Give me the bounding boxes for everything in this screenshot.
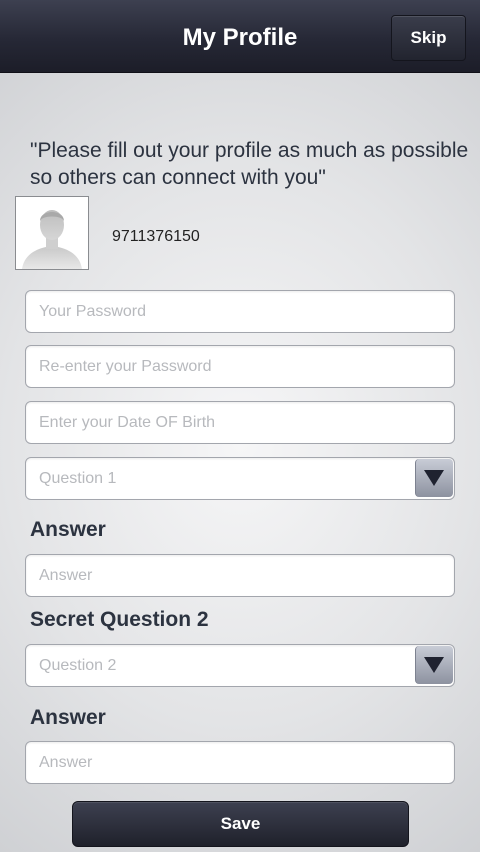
password-field-wrapper [25, 290, 455, 333]
question1-select[interactable]: Question 1 [25, 457, 455, 500]
question2-selected-value: Question 2 [39, 657, 117, 674]
answer2-field-wrapper [25, 741, 455, 784]
save-button[interactable]: Save [72, 801, 409, 847]
answer1-input[interactable] [26, 555, 454, 596]
navigation-bar: My Profile Skip [0, 0, 480, 73]
password-input[interactable] [26, 291, 454, 332]
reenter-password-input[interactable] [26, 346, 454, 387]
answer2-label: Answer [30, 706, 106, 729]
triangle-down-icon [424, 657, 444, 673]
profile-intro-text: "Please fill out your profile as much as… [30, 139, 469, 189]
answer1-label: Answer [30, 518, 106, 541]
avatar[interactable] [15, 196, 89, 270]
secret-question2-label: Secret Question 2 [30, 608, 209, 631]
question2-dropdown-button[interactable] [415, 646, 453, 684]
user-silhouette-icon [16, 197, 88, 269]
skip-button[interactable]: Skip [391, 15, 466, 61]
phone-number: 9711376150 [112, 228, 200, 245]
dob-field-wrapper [25, 401, 455, 444]
reenter-password-field-wrapper [25, 345, 455, 388]
triangle-down-icon [424, 470, 444, 486]
question2-select[interactable]: Question 2 [25, 644, 455, 687]
answer1-field-wrapper [25, 554, 455, 597]
date-of-birth-input[interactable] [26, 402, 454, 443]
question1-selected-value: Question 1 [39, 470, 117, 487]
question1-dropdown-button[interactable] [415, 459, 453, 497]
answer2-input[interactable] [26, 742, 454, 783]
